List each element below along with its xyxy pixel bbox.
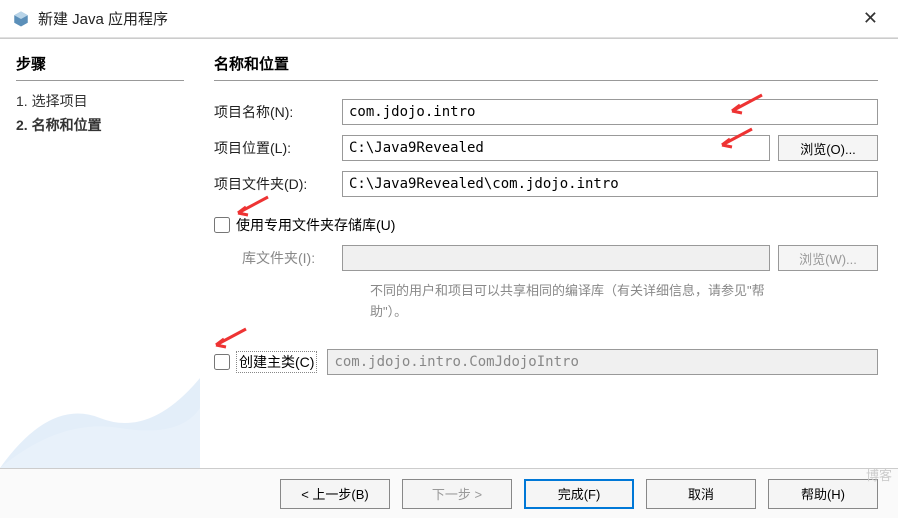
step-2: 名称和位置: [16, 115, 184, 135]
content-area: 步骤 选择项目 名称和位置 名称和位置 项目名称(N): 项目位置(L): 浏览…: [0, 38, 898, 468]
project-folder-label: 项目文件夹(D):: [214, 174, 342, 194]
project-location-row: 项目位置(L): 浏览(O)...: [214, 135, 878, 161]
project-folder-row: 项目文件夹(D):: [214, 171, 878, 197]
create-main-checkbox[interactable]: [214, 354, 230, 370]
step-1: 选择项目: [16, 91, 184, 111]
help-button[interactable]: 帮助(H): [768, 479, 878, 509]
lib-sub-section: 库文件夹(I): 浏览(W)... 不同的用户和项目可以共享相同的编译库（有关详…: [242, 245, 878, 323]
project-location-label: 项目位置(L):: [214, 138, 342, 158]
dedicated-folder-row: 使用专用文件夹存储库(U): [214, 215, 878, 235]
cancel-button[interactable]: 取消: [646, 479, 756, 509]
finish-button[interactable]: 完成(F): [524, 479, 634, 509]
project-folder-input[interactable]: [342, 171, 878, 197]
divider: [214, 80, 878, 81]
dedicated-folder-checkbox[interactable]: [214, 217, 230, 233]
steps-heading: 步骤: [16, 53, 184, 74]
browse-location-button[interactable]: 浏览(O)...: [778, 135, 878, 161]
window-title: 新建 Java 应用程序: [38, 8, 855, 29]
main-panel: 名称和位置 项目名称(N): 项目位置(L): 浏览(O)... 项目文件夹(D…: [200, 39, 898, 468]
browse-lib-button: 浏览(W)...: [778, 245, 878, 271]
steps-sidebar: 步骤 选择项目 名称和位置: [0, 39, 200, 468]
close-icon[interactable]: ✕: [855, 4, 886, 33]
create-main-label: 创建主类(C): [236, 351, 317, 373]
project-name-input[interactable]: [342, 99, 878, 125]
arrow-annotation: [230, 195, 270, 223]
watermark: 博客: [866, 465, 892, 484]
decorative-bg: [0, 318, 200, 468]
divider: [16, 80, 184, 81]
lib-folder-label: 库文件夹(I):: [242, 248, 342, 268]
lib-folder-input: [342, 245, 770, 271]
button-bar: < 上一步(B) 下一步 > 完成(F) 取消 帮助(H): [0, 468, 898, 518]
back-button[interactable]: < 上一步(B): [280, 479, 390, 509]
steps-list: 选择项目 名称和位置: [16, 91, 184, 135]
main-class-input: [327, 349, 878, 375]
create-main-row: 创建主类(C): [214, 349, 878, 375]
arrow-annotation: [724, 93, 764, 121]
arrow-annotation: [208, 327, 248, 355]
next-button: 下一步 >: [402, 479, 512, 509]
lib-hint-text: 不同的用户和项目可以共享相同的编译库（有关详细信息，请参见"帮助"）。: [370, 281, 800, 323]
arrow-annotation: [714, 127, 754, 155]
main-heading: 名称和位置: [214, 53, 878, 74]
project-location-input[interactable]: [342, 135, 770, 161]
project-name-row: 项目名称(N):: [214, 99, 878, 125]
app-icon: [12, 10, 30, 28]
titlebar: 新建 Java 应用程序 ✕: [0, 0, 898, 38]
project-name-label: 项目名称(N):: [214, 102, 342, 122]
lib-folder-row: 库文件夹(I): 浏览(W)...: [242, 245, 878, 271]
